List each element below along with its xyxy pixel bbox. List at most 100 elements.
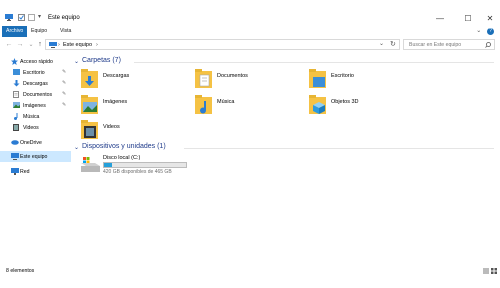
desktop-folder-icon xyxy=(309,69,327,91)
desktop-folder-icon xyxy=(13,69,20,77)
sidebar-item-label: OneDrive xyxy=(20,139,42,146)
refresh-button[interactable]: ↻ xyxy=(390,40,396,48)
folder-tile-descargas[interactable]: Descargas xyxy=(74,69,184,93)
downloads-folder-icon xyxy=(81,69,99,91)
tab-archivo[interactable]: Archivo xyxy=(2,26,28,37)
search-input[interactable]: Buscar en Este equipo xyxy=(409,42,461,48)
pin-icon: ✎ xyxy=(62,102,67,108)
sidebar-item-label: Música xyxy=(23,113,40,120)
up-button[interactable]: ↑ xyxy=(35,39,45,49)
sidebar-item-label: Documentos xyxy=(23,91,53,98)
address-dropdown-button[interactable]: ⌄ xyxy=(379,40,384,47)
sidebar-item-label: Acceso rápido xyxy=(20,58,53,65)
videos-icon xyxy=(13,124,19,133)
folder-tile-videos[interactable]: Videos xyxy=(74,120,184,144)
collapse-chevron-icon[interactable]: ⌄ xyxy=(74,144,79,151)
folder-label: Videos xyxy=(103,124,120,130)
group-title: Carpetas (7) xyxy=(82,57,121,64)
new-folder-icon[interactable] xyxy=(28,14,35,23)
sidebar-item-escritorio[interactable]: Escritorio ✎ xyxy=(0,67,71,78)
sidebar-item-label: Descargas xyxy=(23,80,48,87)
sidebar-item-label: Imágenes xyxy=(23,102,46,109)
window-title: Este equipo xyxy=(48,15,80,21)
sidebar-item-este-equipo[interactable]: Este equipo xyxy=(0,151,71,162)
folder-label: Imágenes xyxy=(103,99,128,105)
drive-tile-c[interactable]: Disco local (C:) 420 GB disponibles de 4… xyxy=(74,155,194,179)
status-bar: 8 elementos xyxy=(0,265,500,277)
sidebar-item-label: Red xyxy=(20,168,30,175)
breadcrumb-este-equipo[interactable]: Este equipo xyxy=(63,42,92,48)
star-icon xyxy=(11,58,18,67)
sidebar-item-descargas[interactable]: Descargas ✎ xyxy=(0,78,71,89)
3d-objects-folder-icon xyxy=(309,95,327,117)
item-count: 8 elementos xyxy=(6,268,35,274)
music-folder-icon xyxy=(195,95,213,117)
ribbon: Archivo Equipo Vista ⌄ ? xyxy=(0,25,500,37)
sidebar-item-acceso-rapido[interactable]: Acceso rápido xyxy=(0,56,71,67)
chevron-down-icon[interactable]: ⌄ xyxy=(476,28,481,34)
sidebar-item-label: Este equipo xyxy=(20,153,48,160)
pictures-folder-icon xyxy=(81,95,99,117)
folder-tile-escritorio[interactable]: Escritorio xyxy=(302,69,412,93)
ribbon-controls: ⌄ ? xyxy=(476,27,494,35)
documents-icon xyxy=(13,91,19,100)
collapse-chevron-icon[interactable]: ⌄ xyxy=(74,58,79,65)
folder-label: Descargas xyxy=(103,73,130,79)
maximize-button[interactable]: ☐ xyxy=(458,13,478,24)
folder-label: Música xyxy=(217,99,235,105)
group-divider xyxy=(134,62,494,63)
folder-tile-documentos[interactable]: Documentos xyxy=(188,69,298,93)
group-divider xyxy=(184,148,494,149)
folder-label: Escritorio xyxy=(331,73,354,79)
computer-icon xyxy=(11,153,19,162)
minimize-button[interactable]: — xyxy=(430,13,450,24)
large-icons-view-icon[interactable] xyxy=(491,268,497,274)
forward-button[interactable]: → xyxy=(15,39,25,49)
drive-capacity-text: 420 GB disponibles de 465 GB xyxy=(103,169,172,175)
details-view-icon[interactable] xyxy=(483,268,489,274)
tab-vista[interactable]: Vista xyxy=(56,26,75,37)
group-header-carpetas[interactable]: ⌄ Carpetas (7) xyxy=(74,57,494,67)
properties-icon[interactable] xyxy=(18,14,25,23)
computer-icon xyxy=(49,42,57,50)
tab-equipo[interactable]: Equipo xyxy=(27,26,51,37)
pictures-icon xyxy=(13,102,20,110)
customize-qat-icon[interactable]: ▾ xyxy=(38,13,41,20)
drive-name: Disco local (C:) xyxy=(103,155,141,161)
navigation-bar: ← → ⌄ ↑ › Este equipo › ⌄ ↻ Buscar en Es… xyxy=(0,37,500,52)
download-icon xyxy=(13,80,20,89)
title-bar: ▾ Este equipo — ☐ ✕ xyxy=(0,0,500,24)
drive-usage-bar xyxy=(103,162,187,168)
sidebar-item-imagenes[interactable]: Imágenes ✎ xyxy=(0,100,71,111)
folder-tile-imagenes[interactable]: Imágenes xyxy=(74,95,184,119)
music-icon xyxy=(13,113,19,122)
sidebar-item-musica[interactable]: Música xyxy=(0,111,71,122)
close-button[interactable]: ✕ xyxy=(480,13,500,24)
sidebar-item-red[interactable]: Red xyxy=(0,166,71,177)
videos-folder-icon xyxy=(81,120,99,142)
folder-tile-musica[interactable]: Música xyxy=(188,95,298,119)
content-pane: ⌄ Carpetas (7) Descargas Documentos Escr… xyxy=(74,56,500,264)
group-header-dispositivos[interactable]: ⌄ Dispositivos y unidades (1) xyxy=(74,143,494,153)
documents-folder-icon xyxy=(195,69,213,91)
cloud-icon xyxy=(11,139,19,147)
back-button[interactable]: ← xyxy=(4,39,14,49)
address-bar[interactable]: › Este equipo › ⌄ ↻ xyxy=(45,39,400,50)
breadcrumb-separator: › xyxy=(96,41,98,48)
drive-usage-fill xyxy=(104,163,112,167)
network-icon xyxy=(11,168,19,177)
group-title: Dispositivos y unidades (1) xyxy=(82,143,166,150)
folder-label: Objetos 3D xyxy=(331,99,359,105)
sidebar-item-documentos[interactable]: Documentos ✎ xyxy=(0,89,71,100)
sidebar-item-label: Videos xyxy=(23,124,39,131)
folder-tile-objetos-3d[interactable]: Objetos 3D xyxy=(302,95,412,119)
pin-icon: ✎ xyxy=(62,80,67,86)
sidebar-item-videos[interactable]: Videos xyxy=(0,122,71,133)
computer-icon xyxy=(5,14,13,23)
navigation-pane: Acceso rápido Escritorio ✎ Descargas ✎ D… xyxy=(0,56,73,264)
help-icon[interactable]: ? xyxy=(487,28,494,35)
search-box[interactable]: Buscar en Este equipo xyxy=(403,39,495,50)
sidebar-item-label: Escritorio xyxy=(23,69,45,76)
pin-icon: ✎ xyxy=(62,69,67,75)
sidebar-item-onedrive[interactable]: OneDrive xyxy=(0,137,71,148)
